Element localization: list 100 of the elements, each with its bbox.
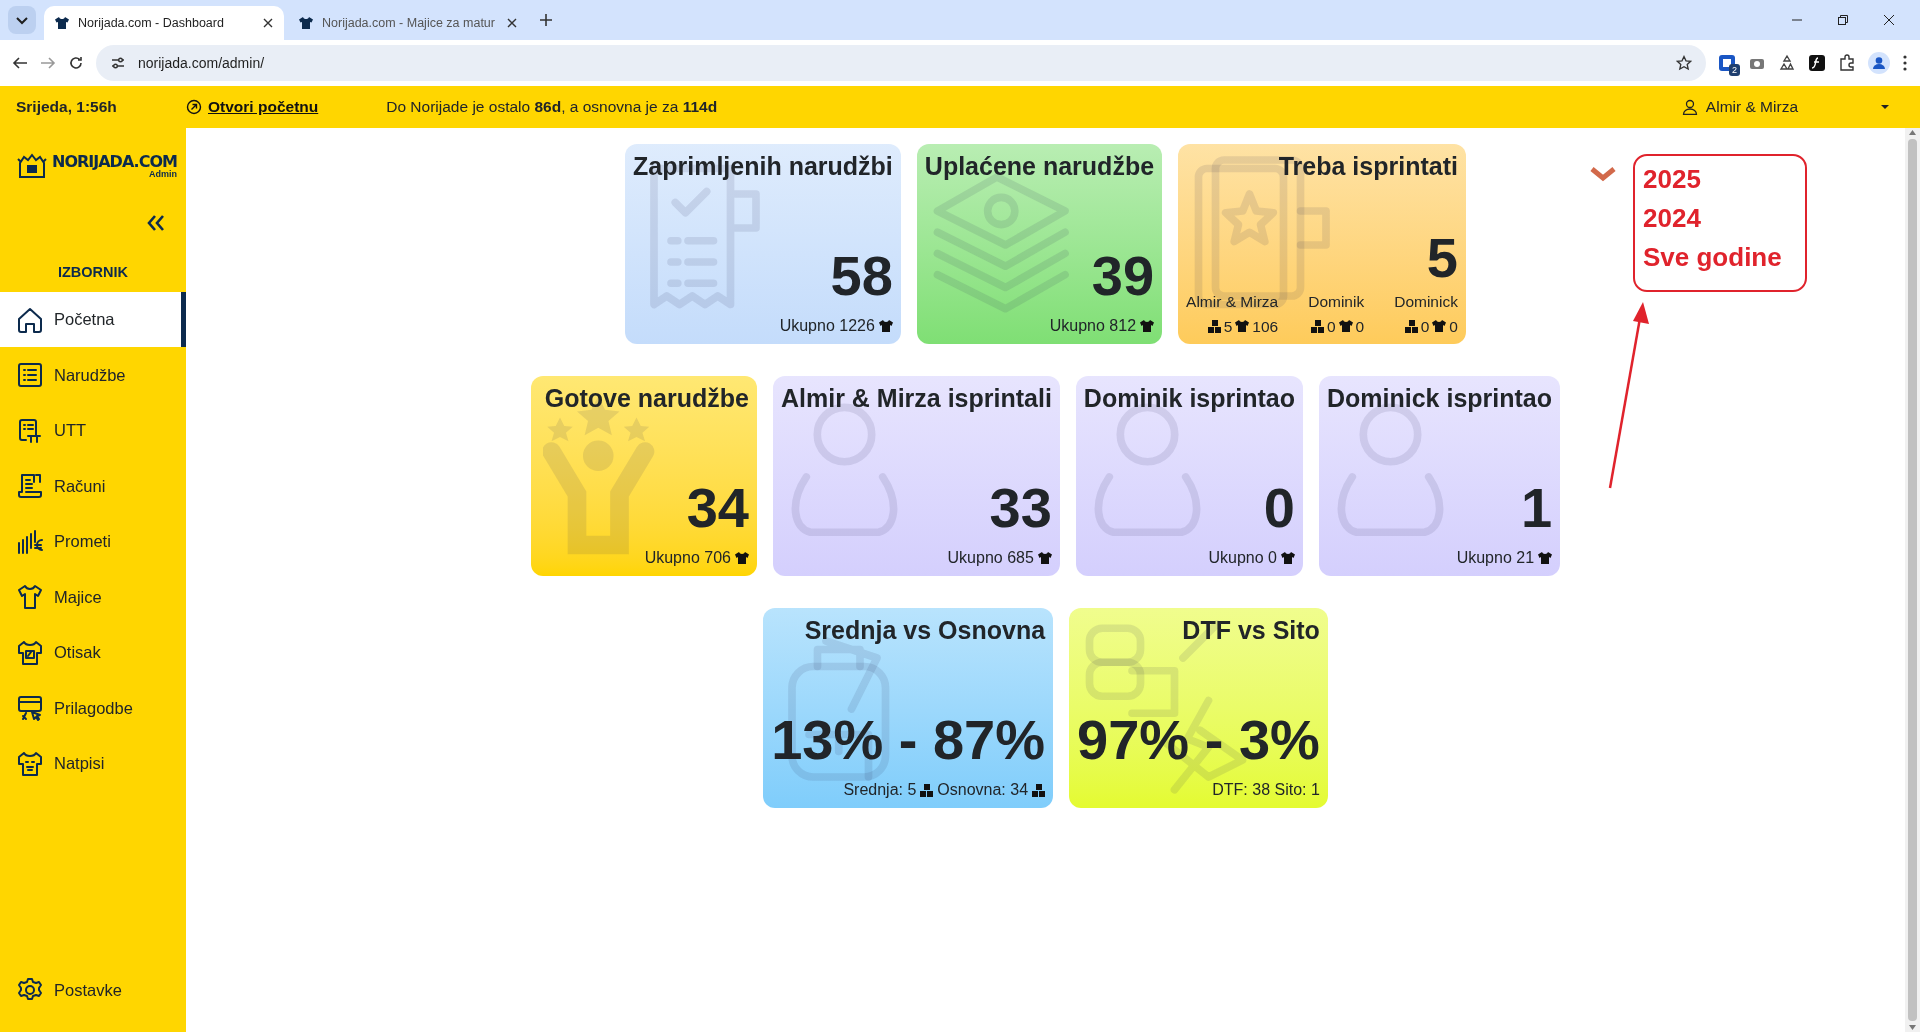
sidebar-item[interactable]: UTT xyxy=(0,402,186,459)
tshirt-icon xyxy=(1281,551,1295,565)
year-option: Sve godine xyxy=(1643,238,1797,277)
scrollbar[interactable] xyxy=(1905,128,1920,1032)
tshirt-icon xyxy=(16,583,44,611)
reload-icon[interactable] xyxy=(68,55,84,71)
settings-item[interactable]: Postavke xyxy=(0,962,186,1018)
sidebar-item[interactable]: Računi xyxy=(0,458,186,514)
sidebar-item[interactable]: Majice xyxy=(0,569,186,625)
sidebar-item[interactable]: Prometi xyxy=(0,513,186,570)
bar-chart-icon xyxy=(16,527,44,556)
checklist-icon xyxy=(16,416,44,445)
tshirt-icon xyxy=(1538,551,1553,565)
card-value: 5 xyxy=(1425,229,1458,286)
boxes-icon xyxy=(1404,319,1418,333)
shirt-count: 106 xyxy=(1252,316,1279,337)
card-value: 97% - 3% xyxy=(1077,712,1320,768)
site-settings-icon[interactable] xyxy=(110,55,126,71)
card-title: Dominik isprintao xyxy=(1083,383,1295,414)
chevron-down-icon xyxy=(1590,166,1616,184)
total-text: Ukupno 21 xyxy=(1456,548,1535,568)
sidebar-item[interactable]: Prilagodbe xyxy=(0,680,186,736)
browser-tab[interactable]: Norijada.com - Majice za matur xyxy=(288,6,528,40)
browser-tab[interactable]: Norijada.com - Dashboard xyxy=(44,6,284,40)
printed-tshirt-icon xyxy=(16,749,44,778)
total-text: Ukupno 0 xyxy=(1208,548,1277,568)
card-value: 34 xyxy=(685,480,749,536)
menu-icon[interactable] xyxy=(1902,54,1908,72)
card-title: Almir & Mirza isprintali xyxy=(780,383,1052,414)
card-title: Srednja vs Osnovna xyxy=(803,615,1046,646)
script-extension-icon[interactable] xyxy=(1808,54,1826,72)
tab-search-icon[interactable] xyxy=(8,6,36,34)
box-count: 0 xyxy=(1326,316,1336,337)
card-title: Treba isprintati xyxy=(1277,151,1458,182)
url-text: norijada.com/admin/ xyxy=(138,53,266,73)
profile-icon[interactable] xyxy=(1868,52,1890,74)
count-text: Osnovna: 34 xyxy=(937,780,1029,800)
box-count: 0 xyxy=(1420,316,1430,337)
card-value: 0 xyxy=(1262,480,1295,536)
card-value: 33 xyxy=(988,480,1052,536)
bookmark-star-icon[interactable] xyxy=(1676,55,1692,71)
total-text: Ukupno 685 xyxy=(947,548,1034,568)
card-title: DTF vs Sito xyxy=(1181,615,1320,646)
scrollbar-thumb[interactable] xyxy=(1908,139,1917,1021)
tshirt-icon xyxy=(1037,551,1052,565)
date-time: Srijeda, 1:56h xyxy=(15,97,118,118)
printer-name: Dominick xyxy=(1394,291,1458,312)
countdown-text: Do Norijade je ostalo 86d, a osnovna je za 114d xyxy=(386,97,718,118)
user-icon xyxy=(1681,99,1698,115)
tshirt-icon xyxy=(298,15,314,31)
year-option: 2024 xyxy=(1643,199,1797,238)
year-option: 2025 xyxy=(1643,160,1797,199)
external-link-icon xyxy=(186,99,202,115)
total-text: Ukupno 1226 xyxy=(779,316,875,336)
card-title: Uplaćene narudžbe xyxy=(924,151,1155,182)
puzzle-icon[interactable] xyxy=(1838,54,1856,72)
card-value: 1 xyxy=(1519,480,1553,536)
tshirt-icon xyxy=(1140,319,1155,333)
tshirt-icon xyxy=(878,319,893,333)
tshirt-icon xyxy=(734,551,749,565)
card-value: 39 xyxy=(1090,248,1155,304)
collapse-icon[interactable] xyxy=(146,214,166,232)
card-title: Zaprimljenih narudžbi xyxy=(633,151,893,182)
box-count: 5 xyxy=(1223,316,1233,337)
boxes-icon xyxy=(1310,319,1324,333)
printer-name: Almir & Mirza xyxy=(1186,291,1279,312)
card-title: Gotove narudžbe xyxy=(543,383,749,414)
menu-heading: IZBORNIK xyxy=(56,263,130,282)
tshirt-icon xyxy=(1235,319,1250,334)
home-icon xyxy=(16,305,44,334)
tshirt-icon xyxy=(1432,319,1447,334)
sidebar-item[interactable]: Narudžbe xyxy=(0,347,186,403)
new-tab-icon[interactable] xyxy=(538,12,554,28)
total-text: Ukupno 812 xyxy=(1049,316,1137,336)
caret-icon xyxy=(1880,104,1890,110)
count-text: DTF: 38 Sito: 1 xyxy=(1212,780,1320,800)
sidebar-item[interactable]: Natpisi xyxy=(0,735,186,792)
logo-text: NORIJADA.COM xyxy=(52,153,177,170)
sidebar-item[interactable]: Početna xyxy=(0,291,186,348)
printed-tshirt-icon xyxy=(16,638,44,667)
user-menu[interactable]: Almir & Mirza xyxy=(1681,95,1890,119)
browser-cursor-icon xyxy=(16,694,44,722)
back-icon[interactable] xyxy=(12,55,28,71)
total-text: Ukupno 706 xyxy=(644,548,731,568)
close-icon[interactable] xyxy=(1883,14,1895,26)
recycle-icon[interactable] xyxy=(1778,54,1796,72)
invoice-icon xyxy=(16,472,44,500)
address-bar[interactable]: norijada.com/admin/ xyxy=(96,45,1706,81)
shirt-count: 0 xyxy=(1355,316,1365,337)
close-tab-icon[interactable] xyxy=(262,17,274,29)
card-value: 13% - 87% xyxy=(771,712,1046,768)
card-title: Dominick isprintao xyxy=(1327,383,1553,414)
forward-icon[interactable] xyxy=(40,55,56,71)
sidebar-item[interactable]: Otisak xyxy=(0,624,186,681)
close-tab-icon[interactable] xyxy=(506,17,518,29)
open-home-link[interactable]: Otvori početnu xyxy=(186,95,319,119)
restore-icon[interactable] xyxy=(1837,14,1849,26)
card-value: 58 xyxy=(829,248,893,304)
shirt-count: 0 xyxy=(1449,316,1458,337)
scroll-down-icon[interactable] xyxy=(1908,1023,1917,1032)
